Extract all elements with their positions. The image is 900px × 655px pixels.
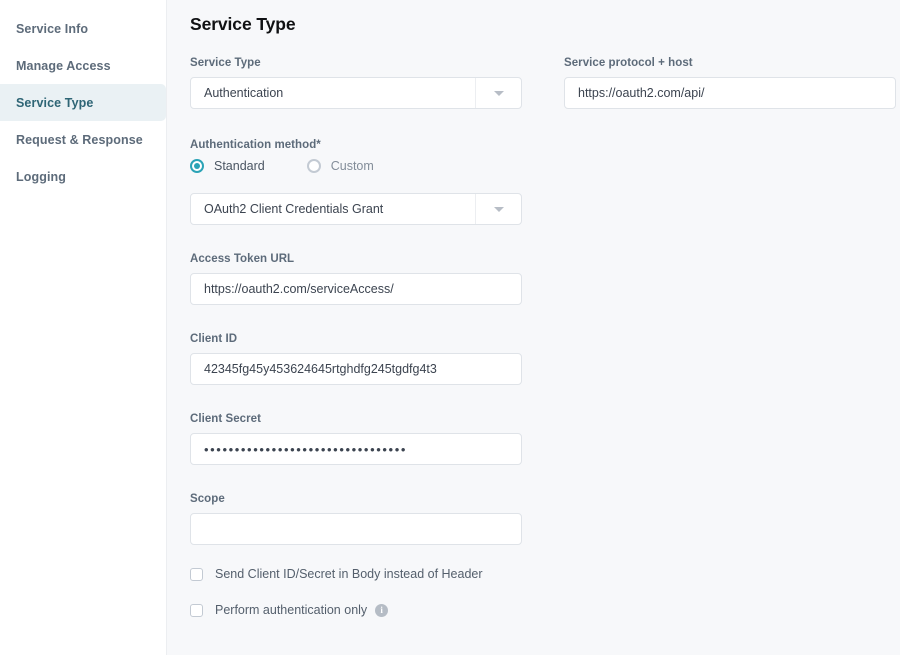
checkbox-send-in-body[interactable]	[190, 567, 203, 581]
info-icon[interactable]: i	[375, 603, 389, 617]
checkbox-auth-only[interactable]	[190, 603, 203, 617]
sidebar-item-label: Service Info	[16, 21, 89, 36]
service-type-label: Service Type	[190, 57, 261, 69]
client-id-value: 42345fg45y453624645rtghdfg245tgdfg4t3	[204, 362, 437, 376]
sidebar-item-label: Service Type	[16, 95, 94, 110]
client-secret-field: Client Secret ••••••••••••••••••••••••••…	[190, 413, 522, 465]
form-column-right: Service protocol + host https://oauth2.c…	[564, 57, 896, 109]
radio-option-standard[interactable]: Standard	[190, 159, 265, 173]
grant-type-value: OAuth2 Client Credentials Grant	[204, 202, 384, 216]
sidebar-item-label: Logging	[16, 169, 66, 184]
protocol-host-field: Service protocol + host https://oauth2.c…	[564, 57, 896, 109]
scope-label: Scope	[190, 493, 225, 505]
client-secret-label: Client Secret	[190, 413, 261, 425]
protocol-host-label: Service protocol + host	[564, 57, 693, 69]
service-type-value: Authentication	[204, 86, 284, 100]
radio-custom-icon[interactable]	[306, 159, 321, 173]
form-columns: Service Type Authentication Authenticati…	[190, 57, 900, 617]
app-root: Service Info Manage Access Service Type …	[0, 0, 900, 655]
access-token-url-input[interactable]: https://oauth2.com/serviceAccess/	[190, 273, 522, 305]
service-type-field: Service Type Authentication	[190, 57, 522, 109]
checkbox-send-in-body-label: Send Client ID/Secret in Body instead of…	[215, 567, 483, 581]
sidebar-item-service-type[interactable]: Service Type	[0, 84, 166, 121]
access-token-url-label: Access Token URL	[190, 253, 295, 265]
sidebar-item-service-info[interactable]: Service Info	[0, 10, 166, 47]
caret-shape	[493, 206, 504, 212]
auth-method-radio-group: Standard Custom	[190, 159, 522, 173]
client-id-field: Client ID 42345fg45y453624645rtghdfg245t…	[190, 333, 522, 385]
checkbox-row-send-in-body[interactable]: Send Client ID/Secret in Body instead of…	[190, 567, 522, 581]
radio-option-custom[interactable]: Custom	[306, 159, 374, 173]
grant-type-select[interactable]: OAuth2 Client Credentials Grant	[190, 193, 522, 225]
main-content: Service Type Service Type Authentication…	[167, 0, 900, 655]
sidebar-item-request-response[interactable]: Request & Response	[0, 121, 166, 158]
access-token-url-value: https://oauth2.com/serviceAccess/	[204, 282, 394, 296]
checkbox-auth-only-label: Perform authentication only	[215, 603, 368, 617]
scope-input[interactable]	[190, 513, 522, 545]
chevron-down-icon	[475, 78, 521, 108]
caret-shape	[493, 90, 504, 96]
client-secret-input[interactable]: •••••••••••••••••••••••••••••••••	[190, 433, 522, 465]
sidebar: Service Info Manage Access Service Type …	[0, 0, 167, 655]
sidebar-item-label: Manage Access	[16, 58, 111, 73]
checkbox-row-auth-only[interactable]: Perform authentication only i	[190, 603, 522, 617]
client-id-label: Client ID	[190, 333, 238, 345]
radio-standard-icon[interactable]	[190, 159, 204, 173]
sidebar-item-logging[interactable]: Logging	[0, 158, 166, 195]
radio-standard-label: Standard	[214, 159, 265, 173]
access-token-url-field: Access Token URL https://oauth2.com/serv…	[190, 253, 522, 305]
auth-method-field: Authentication method* Standard Custom O…	[190, 139, 522, 225]
scope-field: Scope	[190, 493, 522, 545]
chevron-down-icon	[475, 194, 521, 224]
auth-method-label: Authentication method*	[190, 139, 321, 151]
sidebar-item-label: Request & Response	[16, 132, 143, 147]
service-type-select[interactable]: Authentication	[190, 77, 522, 109]
page-title: Service Type	[190, 14, 296, 34]
protocol-host-value: https://oauth2.com/api/	[578, 86, 705, 100]
radio-custom-label: Custom	[330, 159, 374, 173]
sidebar-item-manage-access[interactable]: Manage Access	[0, 47, 166, 84]
protocol-host-input[interactable]: https://oauth2.com/api/	[564, 77, 896, 109]
client-id-input[interactable]: 42345fg45y453624645rtghdfg245tgdfg4t3	[190, 353, 522, 385]
form-column-left: Service Type Authentication Authenticati…	[190, 57, 522, 617]
client-secret-value: •••••••••••••••••••••••••••••••••	[204, 441, 407, 457]
